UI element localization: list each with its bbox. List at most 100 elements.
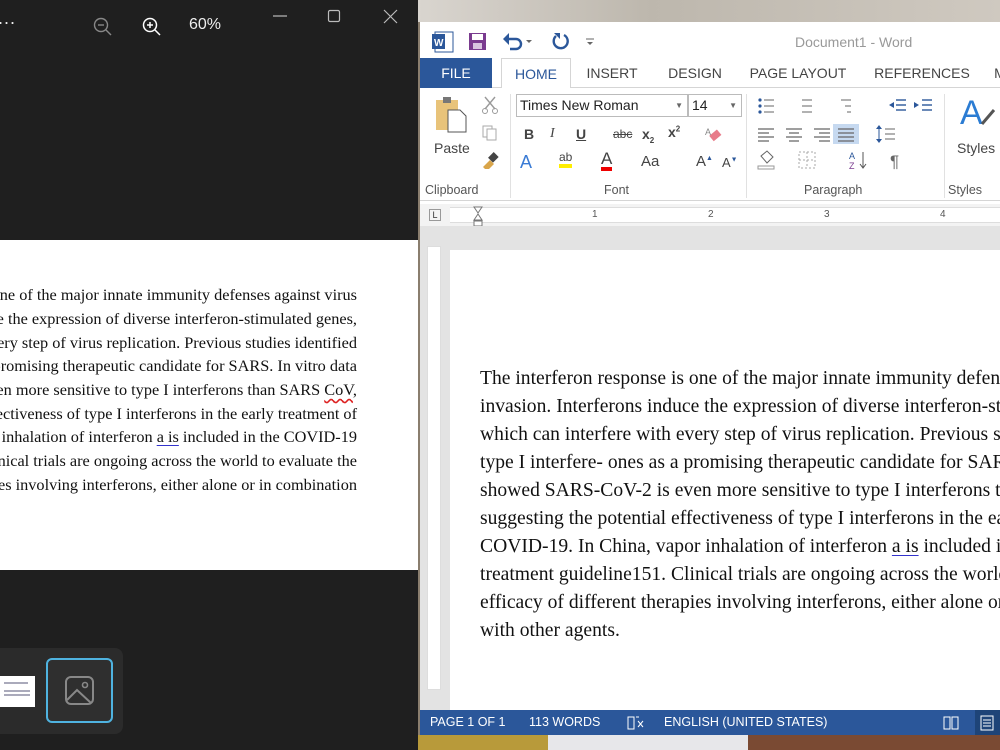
format-painter-icon[interactable]	[481, 151, 499, 169]
sort-icon[interactable]: AZ	[849, 150, 869, 170]
image-placeholder-icon	[65, 676, 94, 705]
page-count[interactable]: PAGE 1 OF 1	[430, 715, 506, 729]
shading-icon[interactable]	[757, 150, 777, 170]
font-color-button[interactable]: A	[601, 150, 613, 171]
superscript-button[interactable]: x2	[668, 124, 680, 140]
grammar-flag: a is	[891, 536, 919, 557]
proofing-icon[interactable]	[627, 715, 645, 731]
svg-text:A: A	[849, 151, 855, 161]
ruler-number: 2	[708, 209, 714, 220]
maximize-icon[interactable]	[327, 9, 343, 25]
doc-text-line: COVID-19. In China, vapor inhalation of …	[480, 536, 1000, 558]
doc-text-line: invasion. Interferons induce the express…	[480, 396, 1000, 417]
doc-text-line: treatment guideline151. Clinical trials …	[480, 564, 1000, 585]
redo-icon[interactable]	[551, 31, 571, 51]
document-page[interactable]: The interferon response is one of the ma…	[450, 250, 1000, 710]
bold-button[interactable]: B	[524, 126, 534, 142]
customize-toolbar-icon[interactable]	[585, 37, 595, 47]
tab-selector[interactable]: L	[429, 209, 441, 221]
cut-icon[interactable]	[481, 96, 499, 114]
image-text-line: The interferon response is one of the ma…	[0, 285, 357, 304]
doc-text-line: which can interfere with every step of v…	[480, 424, 1000, 445]
tab-file[interactable]: FILE	[420, 58, 492, 88]
word-logo-icon: W	[432, 31, 454, 53]
ruler-number: 4	[940, 209, 946, 220]
ruler-number: 1	[592, 209, 598, 220]
text: ,	[352, 380, 357, 399]
show-formatting-button[interactable]: ¶	[890, 152, 899, 172]
save-icon[interactable]	[468, 32, 488, 52]
filmstrip-thumbnail-selected[interactable]	[46, 658, 113, 723]
font-name-select[interactable]: Times New Roman ▼	[516, 94, 688, 117]
minimize-icon[interactable]	[272, 8, 288, 24]
image-text-line: invasion. Interferons induce the express…	[0, 309, 357, 328]
text: showed SARS-CoV-2 is even more sensitive…	[0, 380, 321, 399]
highlight-button[interactable]: ab	[559, 150, 573, 168]
tab-home[interactable]: HOME	[501, 58, 571, 89]
image-text-line: COVID-19. In China, vapor inhalation of …	[0, 427, 357, 447]
svg-text:Z: Z	[849, 161, 855, 170]
window-title: Document1 - Word	[795, 34, 913, 50]
zoom-level: 60%	[189, 16, 222, 33]
zoom-out-icon[interactable]	[93, 17, 113, 37]
paste-button[interactable]: Paste	[434, 140, 470, 156]
copy-icon[interactable]	[481, 124, 499, 142]
print-layout-button[interactable]	[975, 710, 1000, 735]
line-spacing-icon[interactable]	[875, 124, 905, 144]
doc-text-line: efficacy of different therapies involvin…	[480, 592, 1000, 613]
text-effects-button[interactable]: A	[520, 152, 532, 173]
group-label-styles: Styles	[948, 183, 983, 197]
image-text-line: type I interferons as a promising therap…	[0, 356, 357, 375]
undo-icon[interactable]	[502, 31, 536, 51]
word-count[interactable]: 113 WORDS	[529, 715, 600, 729]
desktop-background	[418, 0, 1000, 22]
doc-text-line: showed SARS-CoV-2 is even more sensitive…	[480, 480, 1000, 501]
styles-icon[interactable]: A	[960, 94, 996, 130]
paste-icon[interactable]	[434, 96, 468, 134]
filmstrip-thumbnail[interactable]	[0, 676, 35, 707]
change-case-button[interactable]: Aa	[641, 153, 659, 170]
close-icon[interactable]	[383, 9, 399, 25]
font-size-select[interactable]: 14 ▼	[688, 94, 742, 117]
image-text-line: treatment guideline. Clinical trials are…	[0, 451, 357, 470]
horizontal-ruler[interactable]: L 1 2 3 4	[420, 204, 1000, 228]
print-layout-icon	[980, 715, 994, 731]
language[interactable]: ENGLISH (UNITED STATES)	[664, 715, 827, 729]
tab-insert[interactable]: INSERT	[582, 58, 642, 88]
shrink-font-button[interactable]: A▼	[722, 155, 738, 170]
tab-mailings[interactable]: M	[990, 58, 1000, 88]
zoom-in-icon[interactable]	[142, 17, 162, 37]
svg-text:W: W	[434, 38, 444, 49]
underline-button[interactable]: U	[576, 126, 586, 142]
ruler-number: 3	[824, 209, 830, 220]
vertical-ruler[interactable]	[427, 246, 441, 690]
ribbon-tabs: FILE HOME INSERT DESIGN PAGE LAYOUT REFE…	[420, 58, 1000, 89]
doc-text-line: The interferon response is one of the ma…	[480, 368, 1000, 389]
group-label-paragraph: Paragraph	[804, 183, 863, 197]
more-options-button[interactable]: ...	[0, 8, 16, 29]
subscript-button[interactable]: x2	[642, 126, 654, 145]
font-name-value: Times New Roman	[520, 97, 639, 113]
tab-design[interactable]: DESIGN	[661, 58, 729, 88]
strikethrough-button[interactable]: abc	[613, 127, 632, 141]
clear-formatting-icon[interactable]: A	[704, 126, 722, 144]
italic-button[interactable]: I	[550, 126, 555, 142]
indent-marker-icon[interactable]	[473, 206, 483, 228]
borders-icon[interactable]	[798, 151, 816, 169]
alignment-buttons[interactable]	[755, 124, 865, 144]
photo-viewer-window: ... 60% The interferon response is one o…	[0, 0, 418, 750]
image-canvas: The interferon response is one of the ma…	[0, 240, 418, 570]
doc-text-line: type I interfere- ones as a promising th…	[480, 452, 1000, 473]
read-mode-icon[interactable]	[943, 715, 959, 731]
font-size-value: 14	[692, 97, 708, 113]
svg-text:A: A	[705, 127, 711, 137]
styles-button[interactable]: Styles	[957, 140, 995, 156]
tab-page-layout[interactable]: PAGE LAYOUT	[746, 58, 850, 88]
tab-references[interactable]: REFERENCES	[872, 58, 972, 88]
desktop-background	[418, 735, 1000, 750]
image-text-line: which can interfere with every step of v…	[0, 333, 357, 352]
list-buttons[interactable]	[757, 96, 867, 116]
doc-text-line: with other agents.	[480, 620, 620, 641]
grow-font-button[interactable]: A▲	[696, 153, 713, 170]
indent-buttons[interactable]	[888, 97, 936, 113]
